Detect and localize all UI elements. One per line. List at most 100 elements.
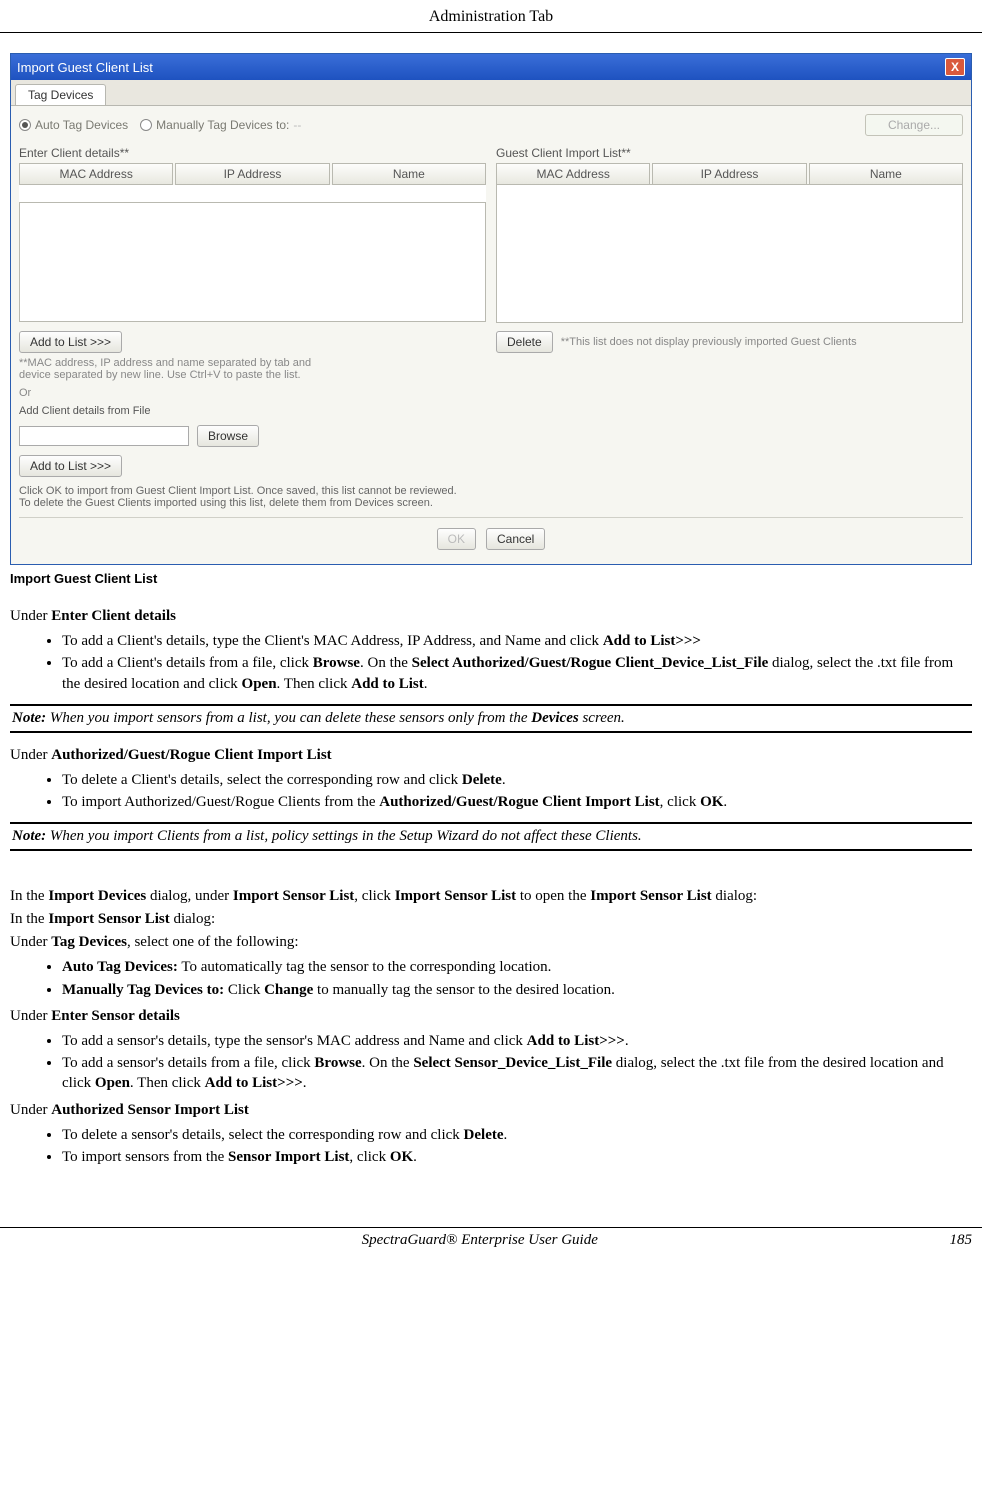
text: Under — [10, 608, 51, 624]
page-footer: SpectraGuard® Enterprise User Guide 185 — [0, 1227, 982, 1259]
text-bold: Import Sensor List — [233, 888, 354, 904]
text: to manually tag the sensor to the desire… — [313, 982, 615, 998]
text: To delete a Client's details, select the… — [62, 772, 462, 788]
text-bold: Sensor Import List — [228, 1149, 349, 1165]
footer-title: SpectraGuard® Enterprise User Guide — [362, 1232, 598, 1249]
section-import-list: Under Authorized/Guest/Rogue Client Impo… — [10, 747, 972, 764]
or-label: Or — [19, 387, 486, 399]
text-bold: Change — [264, 982, 313, 998]
text: To add a sensor's details, type the sens… — [62, 1033, 527, 1049]
text-bold: Enter Sensor details — [51, 1008, 180, 1024]
text: . — [723, 794, 727, 810]
text-bold: Add to List>>> — [527, 1033, 625, 1049]
list-enter-sensor: To add a sensor's details, type the sens… — [10, 1031, 972, 1094]
text-bold: OK — [700, 794, 723, 810]
text: Under — [10, 1008, 51, 1024]
left-table-body[interactable] — [19, 202, 486, 322]
text: . — [504, 1127, 508, 1143]
col-ip[interactable]: IP Address — [175, 163, 329, 185]
text: , click — [354, 888, 394, 904]
para-under-auth-sensor: Under Authorized Sensor Import List — [10, 1102, 972, 1119]
text-bold: Import Sensor List — [395, 888, 516, 904]
text: , click — [349, 1149, 389, 1165]
import-list-label: Guest Client Import List** — [496, 146, 963, 160]
mac-note: **MAC address, IP address and name separ… — [19, 357, 339, 381]
section-enter-client-details: Under Enter Client details — [10, 608, 972, 625]
note-box-1: Note: When you import sensors from a lis… — [10, 704, 972, 733]
add-to-list-button-2[interactable]: Add to List >>> — [19, 455, 122, 477]
radio-manual-label: Manually Tag Devices to: — [156, 118, 289, 132]
text: Under — [10, 1102, 51, 1118]
text-bold: Import Sensor List — [48, 911, 169, 927]
text-bold: Browse — [314, 1055, 361, 1071]
file-path-input[interactable] — [19, 426, 189, 446]
note-box-2: Note: When you import Clients from a lis… — [10, 822, 972, 851]
add-to-list-button[interactable]: Add to List >>> — [19, 331, 122, 353]
list-tag-devices: Auto Tag Devices: To automatically tag t… — [10, 957, 972, 1000]
text-bold: Select Sensor_Device_List_File — [413, 1055, 612, 1071]
col-mac[interactable]: MAC Address — [19, 163, 173, 185]
delete-button[interactable]: Delete — [496, 331, 553, 353]
radio-auto-label: Auto Tag Devices — [35, 118, 128, 132]
bottom-note: Click OK to import from Guest Client Imp… — [19, 485, 963, 509]
text: dialog: — [170, 911, 215, 927]
text-bold: Auto Tag Devices: — [62, 959, 178, 975]
text: . — [502, 772, 506, 788]
tab-tag-devices[interactable]: Tag Devices — [15, 84, 106, 105]
text: To automatically tag the sensor to the c… — [178, 959, 552, 975]
ok-button[interactable]: OK — [437, 528, 476, 550]
radio-auto-tag[interactable]: Auto Tag Devices — [19, 118, 128, 132]
radio-icon — [140, 119, 152, 131]
col-name[interactable]: Name — [332, 163, 486, 185]
list-item: To delete a sensor's details, select the… — [62, 1125, 972, 1145]
text: To delete a sensor's details, select the… — [62, 1127, 464, 1143]
text: In the — [10, 911, 48, 927]
text-bold: Delete — [462, 772, 502, 788]
text: screen. — [579, 710, 625, 726]
text: Under — [10, 934, 51, 950]
note-label: Note: — [12, 828, 46, 844]
radio-icon — [19, 119, 31, 131]
text: Under — [10, 747, 51, 763]
text: . Then click — [277, 676, 352, 692]
list-auth-sensor: To delete a sensor's details, select the… — [10, 1125, 972, 1168]
list-item: To import sensors from the Sensor Import… — [62, 1147, 972, 1167]
text: When you import Clients from a list, pol… — [46, 828, 642, 844]
text: Click — [224, 982, 264, 998]
change-button[interactable]: Change... — [865, 114, 963, 136]
figure-caption: Import Guest Client List — [10, 571, 972, 602]
text-bold: Enter Client details — [51, 608, 176, 624]
right-table-body[interactable] — [496, 184, 963, 323]
enter-client-details-label: Enter Client details** — [19, 146, 486, 160]
text: to open the — [516, 888, 590, 904]
list-item: To add a sensor's details, type the sens… — [62, 1031, 972, 1051]
add-from-file-label: Add Client details from File — [19, 405, 486, 417]
browse-button[interactable]: Browse — [197, 425, 259, 447]
text: To import Authorized/Guest/Rogue Clients… — [62, 794, 379, 810]
text-bold: Open — [95, 1075, 130, 1091]
radio-manual-tag[interactable]: Manually Tag Devices to: -- — [140, 118, 301, 132]
text-bold: Import Sensor List — [590, 888, 711, 904]
list-import-list: To delete a Client's details, select the… — [10, 770, 972, 813]
client-detail-input-row[interactable] — [19, 185, 486, 203]
list-item: Auto Tag Devices: To automatically tag t… — [62, 957, 972, 977]
text-bold: Delete — [464, 1127, 504, 1143]
list-item: To add a sensor's details from a file, c… — [62, 1053, 972, 1094]
close-icon[interactable]: X — [945, 58, 965, 76]
text-bold: Authorized Sensor Import List — [51, 1102, 249, 1118]
text: In the — [10, 888, 48, 904]
col-mac[interactable]: MAC Address — [496, 163, 650, 185]
text: To import sensors from the — [62, 1149, 228, 1165]
list-enter-client-details: To add a Client's details, type the Clie… — [10, 631, 972, 694]
note-label: Note: — [12, 710, 46, 726]
col-name[interactable]: Name — [809, 163, 963, 185]
dialog-title: Import Guest Client List — [17, 60, 153, 75]
page-number: 185 — [949, 1232, 972, 1249]
cancel-button[interactable]: Cancel — [486, 528, 545, 550]
text: When you import sensors from a list, you… — [46, 710, 531, 726]
text-bold: Authorized/Guest/Rogue Client Import Lis… — [379, 794, 659, 810]
list-item: To add a Client's details, type the Clie… — [62, 631, 972, 651]
text-bold: Add to List>>> — [205, 1075, 303, 1091]
col-ip[interactable]: IP Address — [652, 163, 806, 185]
dialog-titlebar: Import Guest Client List X — [11, 54, 971, 80]
